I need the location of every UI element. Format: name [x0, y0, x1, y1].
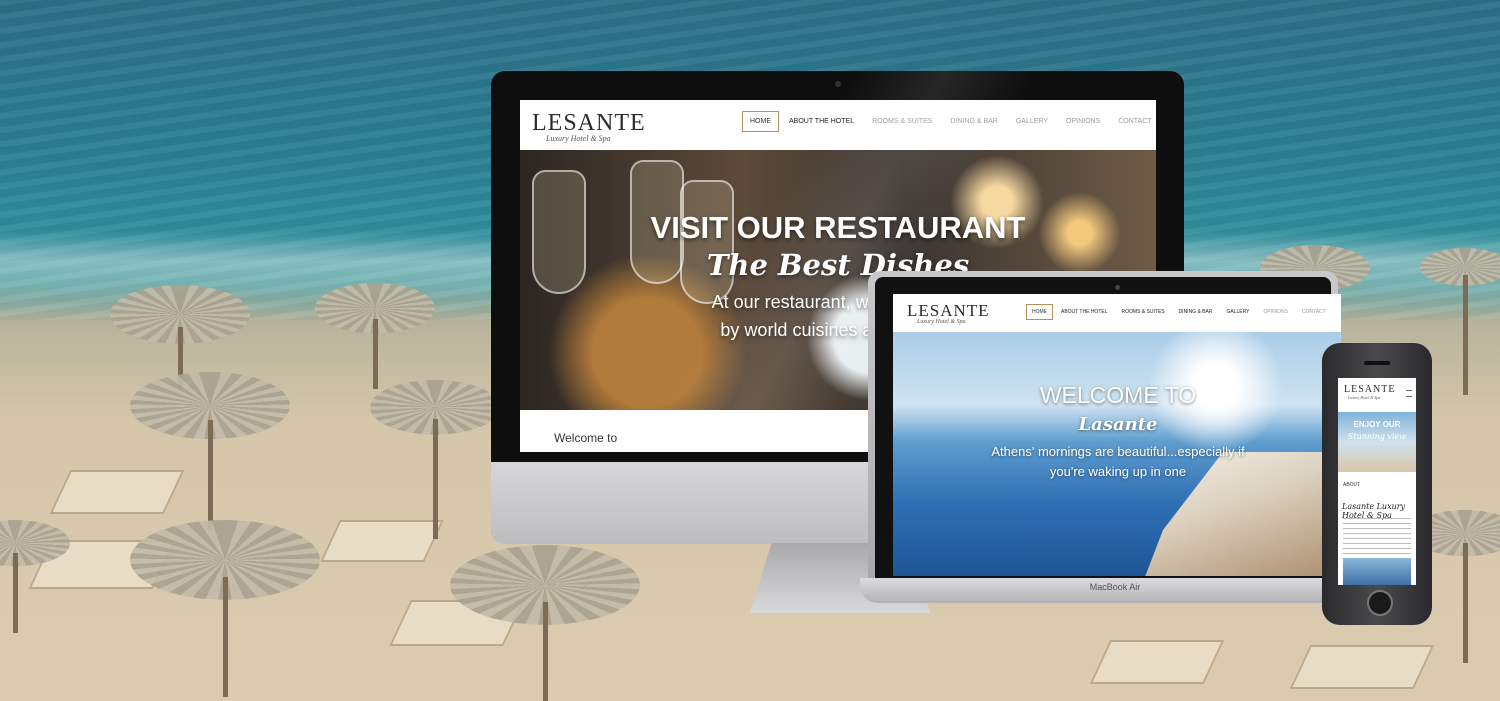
nav-home[interactable]: HOME	[742, 111, 779, 132]
hero-title: ENJOY OUR	[1353, 420, 1401, 429]
site-logo[interactable]: LESANTE Luxury Hotel & Spa	[532, 110, 646, 143]
hero-beach: ENJOY OUR Stunning view	[1338, 412, 1416, 472]
phone-speaker	[1364, 361, 1390, 365]
beach-lounger	[1289, 645, 1435, 689]
beach-umbrella	[1420, 248, 1500, 395]
beach-umbrella	[130, 520, 320, 701]
macbook-label: MacBook Air	[1089, 582, 1141, 592]
main-nav: HOME ABOUT THE HOTEL ROOMS & SUITES DINI…	[1026, 304, 1326, 320]
nav-opinions[interactable]: OPINIONS	[1263, 309, 1287, 315]
nav-gallery[interactable]: GALLERY	[1016, 118, 1048, 125]
nav-opinions[interactable]: OPINIONS	[1066, 118, 1100, 125]
beach-lounger	[1089, 640, 1225, 684]
site-logo[interactable]: LESANTE Luxury Hotel & Spa	[907, 301, 990, 325]
beach-umbrella	[130, 372, 290, 532]
mountain-image	[1343, 558, 1411, 585]
site-header: LESANTE Luxury Hotel & Spa HOME ABOUT TH…	[520, 100, 1156, 151]
nav-contact[interactable]: CONTACT	[1302, 309, 1326, 315]
phone-home-button[interactable]	[1367, 590, 1393, 616]
logo-text: LESANTE	[907, 301, 990, 320]
hero-text-line-1: Athens' mornings are beautiful...especia…	[991, 444, 1245, 459]
nav-gallery[interactable]: GALLERY	[1226, 309, 1249, 315]
nav-dining-bar[interactable]: DINING & BAR	[1179, 309, 1213, 315]
site-logo[interactable]: LESANTE Luxury Hotel & Spa	[1344, 384, 1395, 400]
nav-dining-bar[interactable]: DINING & BAR	[950, 118, 997, 125]
nav-about-hotel[interactable]: ABOUT THE HOTEL	[1061, 309, 1108, 315]
main-nav: HOME ABOUT THE HOTEL ROOMS & SUITES DINI…	[742, 111, 1152, 132]
hero-script-title: Stunning view	[1347, 432, 1407, 441]
body-text-lines	[1343, 518, 1411, 556]
beach-umbrella	[370, 380, 500, 539]
imac-camera	[835, 81, 841, 87]
hero-script-title: Lasante	[1078, 414, 1158, 435]
hero-text-line-2: you're waking up in one	[1049, 464, 1187, 479]
nav-rooms-suites[interactable]: ROOMS & SUITES	[872, 118, 932, 125]
nav-contact[interactable]: CONTACT	[1118, 118, 1151, 125]
beach-umbrella	[0, 520, 70, 633]
nav-about-hotel[interactable]: ABOUT THE HOTEL	[789, 118, 854, 125]
logo-tagline: Luxury Hotel & Spa	[1348, 395, 1381, 400]
phone-screen: LESANTE Luxury Hotel & Spa ENJOY OUR Stu…	[1338, 378, 1416, 585]
nav-rooms-suites[interactable]: ROOMS & SUITES	[1122, 309, 1165, 315]
hero-title: WELCOME TO	[1039, 382, 1197, 408]
beach-lounger	[320, 520, 444, 562]
macbook-camera	[1115, 285, 1120, 290]
hero-santorini: WELCOME TO Lasante Athens' mornings are …	[893, 332, 1341, 576]
logo-text: LESANTE	[1344, 384, 1396, 395]
hero-title: VISIT OUR RESTAURANT	[650, 210, 1026, 245]
beach-umbrella	[450, 545, 640, 701]
welcome-heading: Welcome to	[554, 431, 618, 445]
logo-text: LESANTE	[532, 110, 646, 136]
menu-icon[interactable]	[1406, 390, 1412, 397]
site-header: LESANTE Luxury Hotel & Spa HOME ABOUT TH…	[893, 294, 1341, 333]
about-label: ABOUT	[1343, 482, 1361, 488]
macbook-screen: LESANTE Luxury Hotel & Spa HOME ABOUT TH…	[893, 294, 1341, 576]
nav-home[interactable]: HOME	[1026, 304, 1053, 320]
